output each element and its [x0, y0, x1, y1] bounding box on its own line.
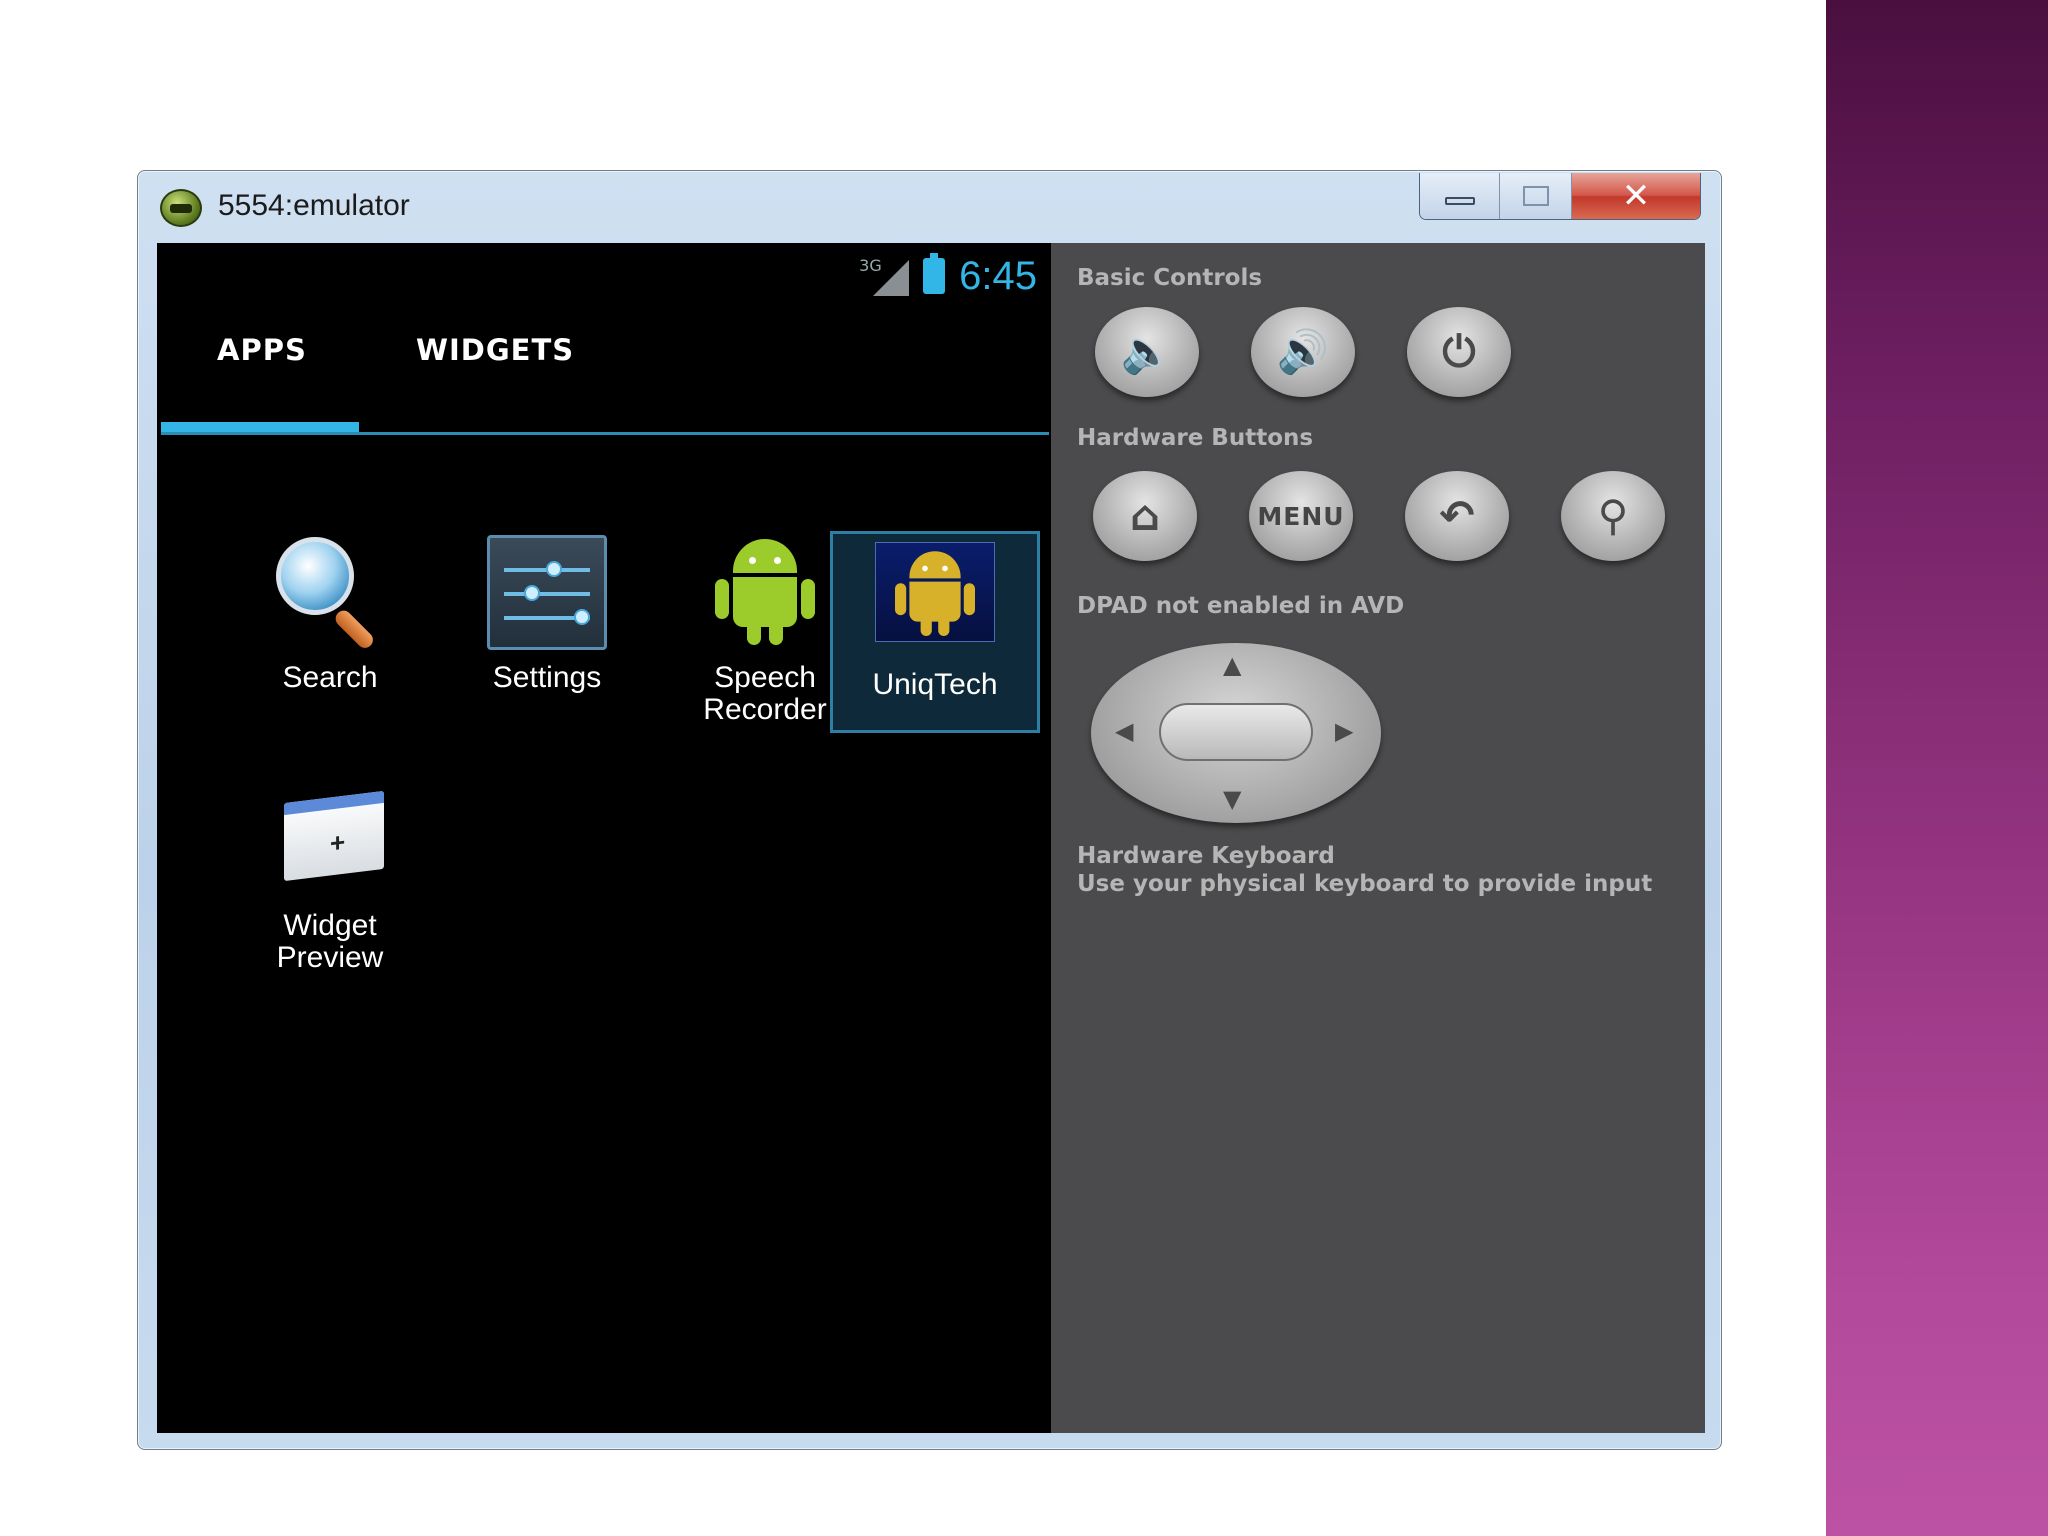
window-controls: ✕	[1419, 173, 1701, 220]
dpad-up-icon: ▲	[1223, 651, 1242, 679]
device-screen[interactable]: 3G 6:45 APPS WIDGETS Search Settings Spe…	[157, 243, 1051, 1433]
status-bar: 3G 6:45	[859, 253, 1037, 299]
slide-decoration-band	[1826, 0, 2048, 1536]
widget-preview-icon: +	[270, 783, 390, 898]
window-title: 5554:emulator	[218, 189, 410, 222]
emulator-app-icon	[160, 189, 202, 227]
app-uniqtech[interactable]: UniqTech	[830, 531, 1040, 733]
dpad-right-icon: ▶	[1335, 717, 1354, 745]
emulator-client: 3G 6:45 APPS WIDGETS Search Settings Spe…	[157, 243, 1705, 1433]
hardware-buttons-label: Hardware Buttons	[1077, 425, 1314, 451]
home-button[interactable]: ⌂	[1093, 471, 1197, 561]
android-icon	[705, 535, 825, 650]
maximize-icon	[1522, 186, 1549, 206]
menu-button[interactable]: MENU	[1249, 471, 1353, 561]
launcher-tabs: APPS WIDGETS	[157, 323, 1051, 391]
close-button[interactable]: ✕	[1572, 173, 1700, 219]
app-widget-preview[interactable]: + Widget Preview	[225, 783, 435, 974]
back-button[interactable]: ↶	[1405, 471, 1509, 561]
volume-down-button[interactable]: 🔈	[1095, 307, 1199, 397]
app-search[interactable]: Search	[225, 535, 435, 694]
basic-controls-label: Basic Controls	[1077, 265, 1263, 291]
battery-icon	[923, 253, 946, 294]
close-icon: ✕	[1621, 176, 1651, 216]
app-label: Settings	[492, 661, 602, 694]
settings-icon	[487, 535, 607, 650]
tab-widgets[interactable]: WIDGETS	[416, 333, 574, 367]
minimize-button[interactable]	[1420, 173, 1500, 219]
android-gold-icon	[875, 542, 995, 657]
tab-divider	[161, 432, 1049, 435]
dpad-status-label: DPAD not enabled in AVD	[1077, 593, 1405, 619]
dpad-center	[1159, 703, 1313, 761]
volume-up-button[interactable]: 🔊	[1251, 307, 1355, 397]
tab-apps[interactable]: APPS	[217, 333, 307, 367]
back-icon: ↶	[1439, 491, 1475, 540]
app-settings[interactable]: Settings	[442, 535, 652, 694]
dpad: ▲ ▼ ◀ ▶	[1091, 643, 1381, 823]
app-label: UniqTech	[872, 668, 998, 701]
hardware-keyboard-description: Use your physical keyboard to provide in…	[1077, 871, 1653, 897]
app-label: Widget	[283, 909, 377, 942]
maximize-button[interactable]	[1500, 173, 1572, 219]
title-bar[interactable]: 5554:emulator ✕	[138, 171, 1721, 243]
search-icon: ⚲	[1597, 491, 1629, 540]
hardware-keyboard-label: Hardware Keyboard	[1077, 843, 1335, 869]
app-label: Search	[282, 661, 378, 694]
signal-icon: 3G	[859, 256, 910, 296]
search-icon	[270, 535, 390, 652]
emulator-window: 5554:emulator ✕ 3G 6:45 APPS WIDGETS Sea…	[137, 170, 1722, 1450]
controls-panel: Basic Controls 🔈 🔊 ⏻ Hardware Buttons ⌂ …	[1051, 243, 1705, 1433]
menu-label: MENU	[1257, 501, 1345, 531]
volume-up-icon: 🔊	[1276, 327, 1330, 376]
app-label: Preview	[276, 941, 384, 974]
status-clock: 6:45	[959, 253, 1037, 298]
search-button[interactable]: ⚲	[1561, 471, 1665, 561]
power-icon: ⏻	[1442, 327, 1476, 376]
home-icon: ⌂	[1129, 491, 1161, 540]
minimize-icon	[1444, 197, 1475, 205]
dpad-down-icon: ▼	[1223, 785, 1242, 813]
volume-down-icon: 🔈	[1120, 327, 1174, 376]
dpad-left-icon: ◀	[1115, 717, 1134, 745]
power-button[interactable]: ⏻	[1407, 307, 1511, 397]
